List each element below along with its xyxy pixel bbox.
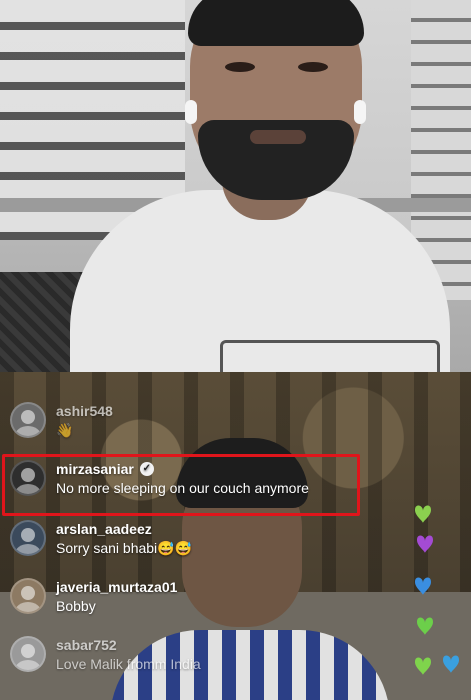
earbud-right [354,100,366,124]
heart-icon [415,505,431,523]
comment-message: Sorry sani bhabi😅😅 [56,540,193,556]
heart-icon [443,655,459,673]
comment-username[interactable]: arslan_aadeez [56,520,192,538]
comment-item[interactable]: ashir548 👋 [10,402,113,440]
hearts-svg [415,505,459,675]
comment-item[interactable]: javeria_murtaza01 Bobby [10,578,177,616]
earbud-left [185,100,197,124]
heart-icon [417,617,433,635]
host-hair [188,0,364,46]
comment-message: Bobby [56,598,96,614]
comment-username[interactable]: javeria_murtaza01 [56,578,177,596]
avatar[interactable] [10,520,46,556]
comment-username[interactable]: ashir548 [56,402,113,420]
highlight-box [2,454,360,516]
heart-icon [415,577,431,595]
avatar[interactable] [10,402,46,438]
avatar[interactable] [10,636,46,672]
top-video-pane [0,0,471,372]
host-eye-left [225,62,255,72]
host-eye-right [298,62,328,72]
avatar[interactable] [10,578,46,614]
comment-item[interactable]: sabar752 Love Malik fromm India [10,636,201,674]
live-comments-list: ashir548 👋 mirzasaniar ✓ No more sleepin… [0,380,420,700]
heart-icon [417,535,433,553]
host-mouth [250,130,306,144]
heart-icon [415,657,431,675]
comment-message: Love Malik fromm India [56,656,201,672]
comment-item[interactable]: arslan_aadeez Sorry sani bhabi😅😅 [10,520,192,558]
comment-message: 👋 [56,422,74,438]
comment-username[interactable]: sabar752 [56,636,201,654]
shirt-print [220,340,440,372]
floating-hearts [411,380,471,700]
